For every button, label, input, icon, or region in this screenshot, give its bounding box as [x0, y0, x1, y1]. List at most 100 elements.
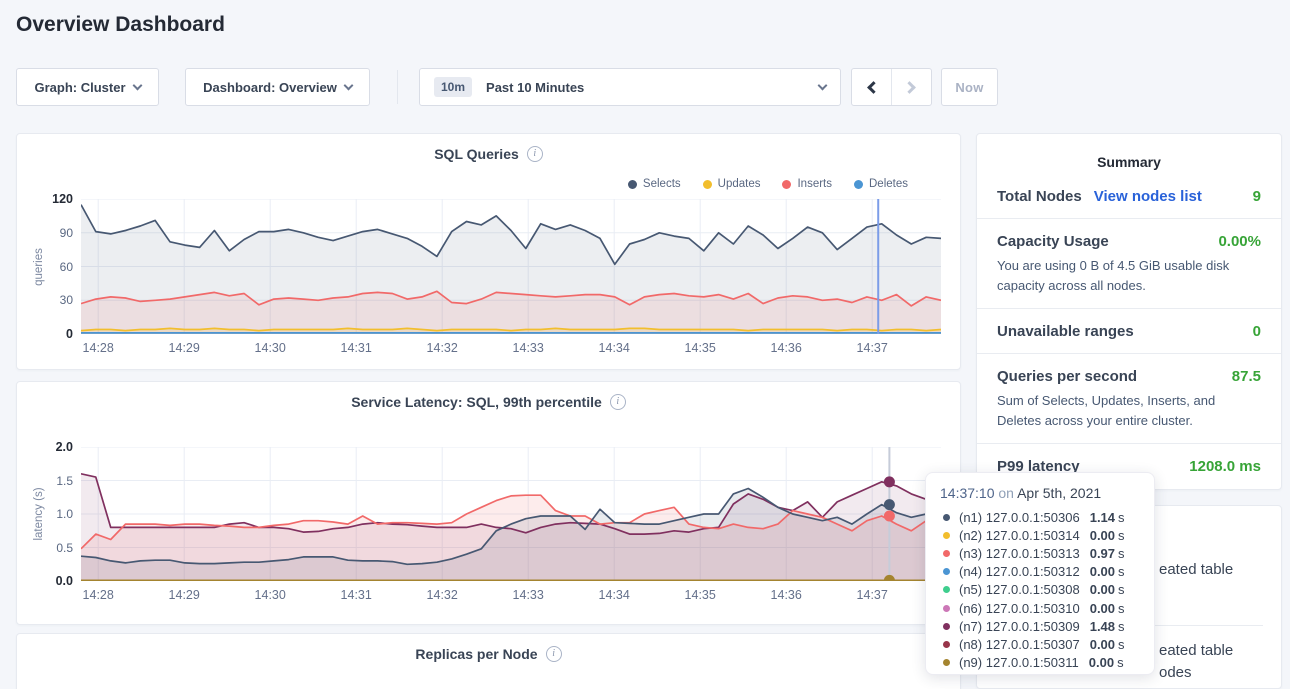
x-axis-tick: 14:34: [599, 588, 630, 602]
total-nodes-value: 9: [1253, 188, 1261, 205]
node-color-dot-icon: [943, 641, 950, 648]
tooltip-node-row: (n6) 127.0.0.1:503100.00s: [940, 599, 1140, 617]
tooltip-node-row: (n2) 127.0.0.1:50314 0.00s: [940, 526, 1140, 544]
node-latency-unit: s: [1118, 601, 1125, 616]
total-nodes-label: Total Nodes: [997, 188, 1082, 205]
x-axis-tick: 14:32: [427, 588, 458, 602]
legend-item-deletes[interactable]: Deletes: [854, 178, 908, 190]
summary-row-unavailable: Unavailable ranges 0: [977, 309, 1281, 354]
x-axis-tick: 14:30: [255, 341, 286, 355]
node-latency-unit: s: [1118, 528, 1125, 543]
node-address: (n2) 127.0.0.1:50314: [959, 528, 1080, 543]
qps-value: 87.5: [1232, 368, 1261, 385]
info-icon[interactable]: i: [610, 394, 626, 410]
node-address: (n1) 127.0.0.1:50306: [959, 510, 1080, 525]
tooltip-node-row: (n7) 127.0.0.1:503091.48s: [940, 617, 1140, 635]
x-axis-tick: 14:29: [169, 341, 200, 355]
chart-hover-tooltip: 14:37:10 on Apr 5th, 2021 (n1) 127.0.0.1…: [925, 472, 1155, 675]
chart-title: Service Latency: SQL, 99th percentile: [351, 394, 602, 410]
node-address: (n3) 127.0.0.1:50313: [959, 546, 1080, 561]
node-latency-value: 0.00: [1090, 637, 1115, 652]
tooltip-node-row: (n9) 127.0.0.1:50311 0.00s: [940, 654, 1140, 672]
capacity-desc: You are using 0 B of 4.5 GiB usable disk…: [997, 256, 1261, 295]
tooltip-node-row: (n1) 127.0.0.1:50306 1.14s: [940, 508, 1140, 526]
node-color-dot-icon: [943, 550, 950, 557]
legend-dot-icon: [854, 180, 863, 189]
x-axis-tick: 14:37: [857, 341, 888, 355]
node-address: (n5) 127.0.0.1:50308: [959, 582, 1080, 597]
service-latency-plot[interactable]: [81, 447, 941, 581]
x-axis-tick: 14:29: [169, 588, 200, 602]
node-latency-value: 0.00: [1089, 655, 1114, 670]
dashboard-dropdown[interactable]: Dashboard: Overview: [185, 68, 370, 106]
chevron-right-icon: [903, 81, 916, 94]
legend-dot-icon: [782, 180, 791, 189]
node-latency-unit: s: [1118, 564, 1125, 579]
tooltip-node-row: (n3) 127.0.0.1:503130.97s: [940, 544, 1140, 562]
sql-queries-panel: SQL Queries i SelectsUpdatesInsertsDelet…: [16, 133, 961, 370]
node-address: (n9) 127.0.0.1:50311: [959, 655, 1079, 670]
summary-row-qps: Queries per second 87.5 Sum of Selects, …: [977, 354, 1281, 444]
sql-queries-plot[interactable]: [81, 199, 941, 334]
time-range-dropdown[interactable]: 10m Past 10 Minutes: [419, 68, 841, 106]
node-latency-value: 0.00: [1090, 564, 1115, 579]
now-button[interactable]: Now: [941, 68, 998, 106]
time-range-badge: 10m: [434, 77, 472, 97]
x-axis-tick: 14:37: [857, 588, 888, 602]
graph-dropdown[interactable]: Graph: Cluster: [16, 68, 159, 106]
x-axis-tick: 14:28: [83, 341, 114, 355]
node-color-dot-icon: [943, 605, 950, 612]
node-latency-value: 0.00: [1090, 528, 1115, 543]
x-axis-tick: 14:33: [513, 341, 544, 355]
node-color-dot-icon: [943, 514, 950, 521]
node-color-dot-icon: [943, 623, 950, 630]
events-divider: [1155, 625, 1263, 626]
unavailable-ranges-label: Unavailable ranges: [997, 323, 1134, 340]
node-color-dot-icon: [943, 586, 950, 593]
chevron-left-icon: [867, 81, 880, 94]
event-text-fragment: eated table: [1159, 642, 1233, 659]
legend-label: Selects: [643, 178, 681, 190]
tooltip-node-row: (n8) 127.0.0.1:503070.00s: [940, 635, 1140, 653]
y-axis-title: queries: [33, 248, 45, 286]
x-axis-tick: 14:35: [685, 588, 716, 602]
event-text-fragment: odes: [1159, 664, 1192, 681]
chevron-down-icon: [132, 81, 142, 91]
legend-label: Updates: [718, 178, 761, 190]
legend-dot-icon: [703, 180, 712, 189]
chevron-down-icon: [818, 81, 828, 91]
qps-label: Queries per second: [997, 368, 1137, 385]
node-latency-unit: s: [1118, 546, 1125, 561]
node-latency-unit: s: [1117, 655, 1124, 670]
x-axis-tick: 14:30: [255, 588, 286, 602]
y-axis-tick: 120: [27, 192, 73, 206]
y-axis-tick: 0.0: [27, 574, 73, 588]
node-color-dot-icon: [943, 659, 950, 666]
view-nodes-list-link[interactable]: View nodes list: [1094, 188, 1202, 205]
chevron-down-icon: [343, 81, 353, 91]
node-color-dot-icon: [943, 568, 950, 575]
node-latency-unit: s: [1118, 510, 1125, 525]
capacity-label: Capacity Usage: [997, 233, 1109, 250]
node-latency-value: 1.14: [1090, 510, 1115, 525]
x-axis-tick: 14:34: [599, 341, 630, 355]
toolbar-divider: [397, 70, 398, 104]
node-latency-value: 1.48: [1090, 619, 1115, 634]
x-axis-tick: 14:35: [685, 341, 716, 355]
legend-item-selects[interactable]: Selects: [628, 178, 681, 190]
node-address: (n8) 127.0.0.1:50307: [959, 637, 1080, 652]
legend-item-inserts[interactable]: Inserts: [782, 178, 832, 190]
page-title: Overview Dashboard: [16, 13, 225, 37]
info-icon[interactable]: i: [546, 646, 562, 662]
x-axis-tick: 14:36: [771, 588, 802, 602]
summary-title: Summary: [977, 134, 1281, 174]
graph-dropdown-label: Graph: Cluster: [34, 80, 125, 95]
legend-item-updates[interactable]: Updates: [703, 178, 761, 190]
tooltip-node-row: (n4) 127.0.0.1:503120.00s: [940, 563, 1140, 581]
time-next-button[interactable]: [892, 69, 932, 105]
time-prev-button[interactable]: [852, 69, 892, 105]
y-axis-tick: 2.0: [27, 440, 73, 454]
y-axis-tick: 1.5: [27, 474, 73, 488]
legend-label: Inserts: [797, 178, 832, 190]
info-icon[interactable]: i: [527, 146, 543, 162]
